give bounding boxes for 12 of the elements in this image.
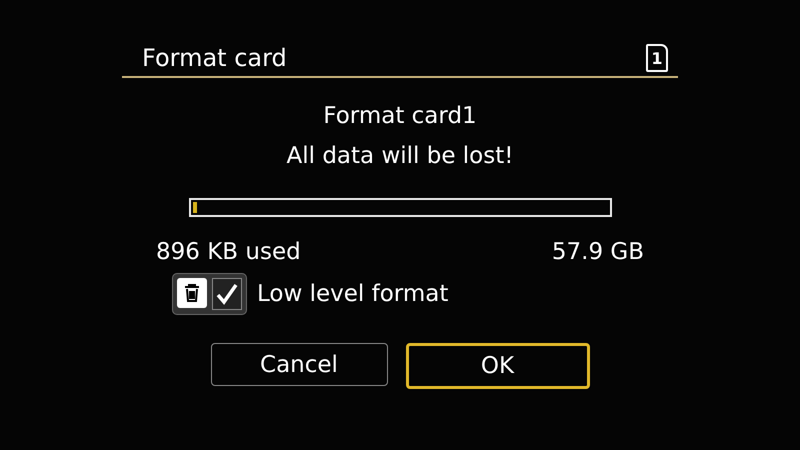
- low-level-format-toggle[interactable]: [172, 273, 247, 315]
- used-space-text: 896 KB used: [156, 239, 301, 265]
- dialog-title: Format card: [142, 44, 287, 72]
- dialog-button[interactable]: OK: [406, 343, 590, 389]
- checkbox[interactable]: [212, 278, 242, 310]
- message-text: Format card1: [323, 102, 477, 131]
- message-text: All data will be lost!: [286, 142, 514, 171]
- memory-card-icon: 1: [646, 44, 668, 72]
- trash-icon: [177, 278, 207, 308]
- total-capacity-text: 57.9 GB: [552, 239, 644, 265]
- dialog-button[interactable]: Cancel: [210, 343, 388, 386]
- low-level-format-label: Low level format: [257, 281, 448, 307]
